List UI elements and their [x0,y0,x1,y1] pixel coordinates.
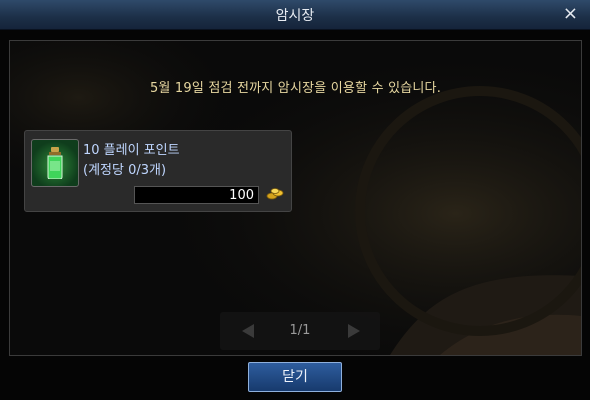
next-page-icon[interactable] [346,323,362,339]
potion-bottle-icon[interactable] [31,139,79,187]
shop-panel: 5월 19일 점검 전까지 암시장을 이용할 수 있습니다. 10 플레이 포인… [9,40,582,356]
item-name: 10 플레이 포인트 [83,143,180,158]
pagination: 1/1 [220,312,380,350]
notice-text: 5월 19일 점검 전까지 암시장을 이용할 수 있습니다. [149,81,442,96]
black-market-window: 암시장 × 5월 19일 점검 전까지 암시장을 이용할 수 있습니다. 10 … [0,0,590,400]
shop-item-card[interactable]: 10 플레이 포인트 (계정당 0/3개) 100 [24,130,292,212]
title-bar[interactable]: 암시장 × [0,0,590,30]
item-price: 100 [134,186,259,204]
item-purchase-limit: (계정당 0/3개) [83,163,167,178]
close-button[interactable]: 닫기 [248,362,342,392]
gold-coins-icon [266,188,284,200]
close-icon[interactable]: × [563,4,578,24]
window-title: 암시장 [275,8,315,24]
